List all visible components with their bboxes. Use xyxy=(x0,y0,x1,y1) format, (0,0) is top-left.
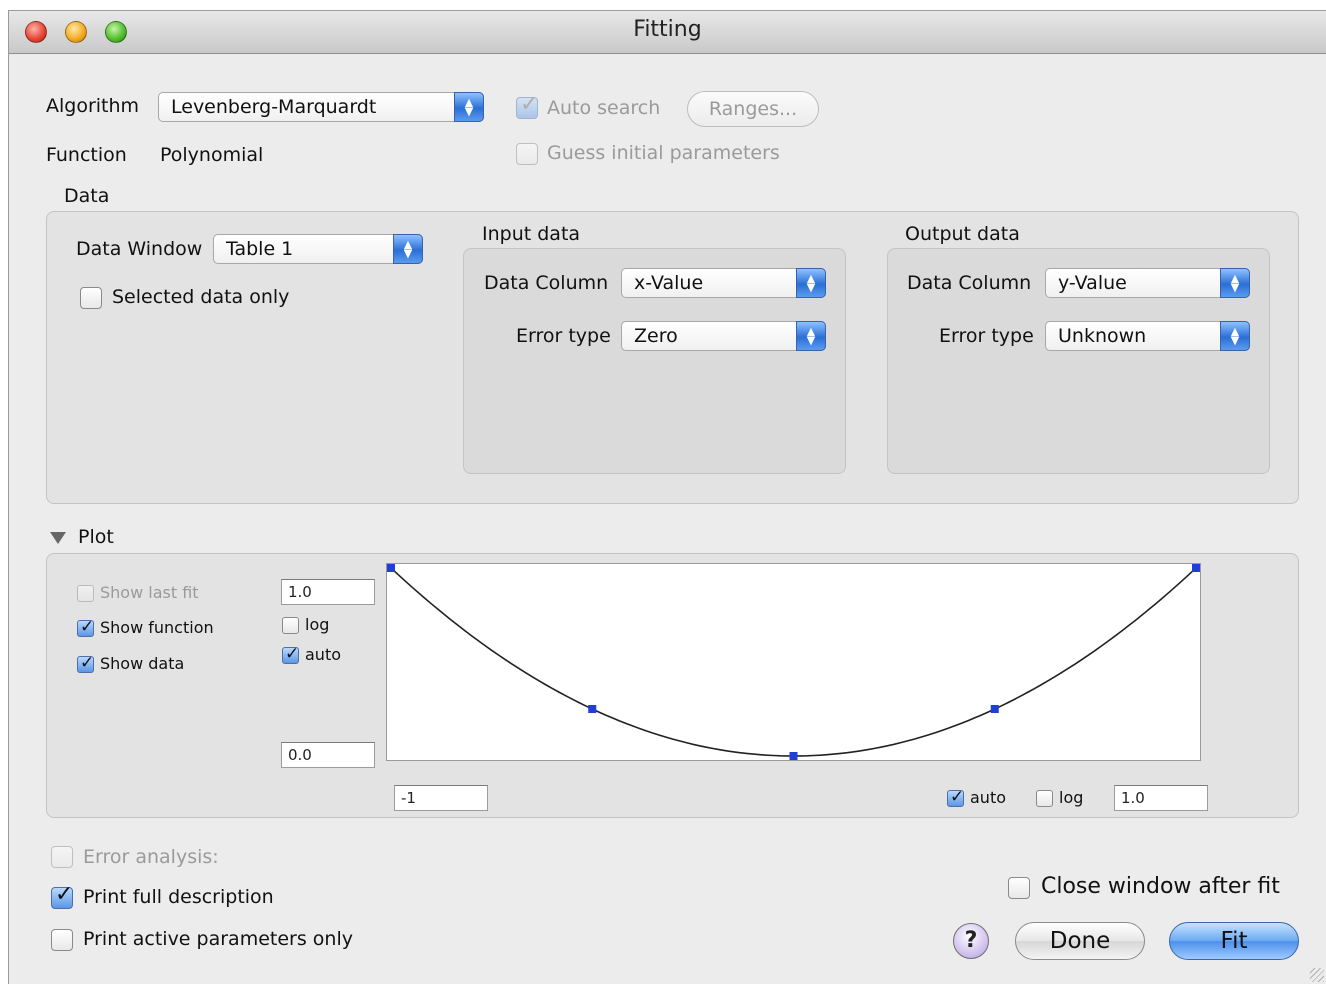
checkmark-icon: ✓ xyxy=(520,92,539,117)
input-data-title: Input data xyxy=(482,223,581,245)
data-point xyxy=(990,705,999,713)
y-min-field[interactable]: 0.0 xyxy=(281,742,375,768)
popup-arrows-icon: ▲ ▼ xyxy=(393,234,423,264)
function-label: Function xyxy=(46,144,127,166)
function-value: Polynomial xyxy=(160,144,264,166)
print-full-description-label: Print full description xyxy=(83,886,274,908)
show-last-fit-label: Show last fit xyxy=(100,583,199,602)
selected-data-only-checkbox[interactable] xyxy=(80,287,102,309)
data-point xyxy=(1192,564,1200,572)
y-auto-label: auto xyxy=(305,645,342,664)
close-window-after-fit-checkbox[interactable] xyxy=(1008,877,1030,899)
error-analysis-checkbox[interactable] xyxy=(51,846,73,868)
window-title: Fitting xyxy=(633,17,702,42)
resize-grip-icon[interactable] xyxy=(1310,968,1324,982)
done-button[interactable]: Done xyxy=(1015,922,1145,960)
show-function-checkbox[interactable]: ✓ xyxy=(77,617,95,637)
output-error-popup[interactable]: Unknown ▲ ▼ xyxy=(1045,321,1250,351)
ranges-button[interactable]: Ranges... xyxy=(687,91,819,127)
title-bar[interactable]: Fitting xyxy=(9,11,1326,54)
auto-search-label: Auto search xyxy=(547,97,661,119)
input-error-popup[interactable]: Zero ▲ ▼ xyxy=(621,321,826,351)
data-point xyxy=(387,564,395,572)
checkmark-icon: ✓ xyxy=(80,617,95,637)
checkmark-icon: ✓ xyxy=(80,653,95,673)
x-log-label: log xyxy=(1059,788,1084,807)
x-log-checkbox[interactable] xyxy=(1036,790,1053,807)
input-error-value: Zero xyxy=(634,325,678,347)
data-window-label: Data Window xyxy=(76,238,203,260)
fit-plot xyxy=(386,563,1201,761)
x-max-field[interactable]: 1.0 xyxy=(1114,785,1208,811)
x-auto-label: auto xyxy=(970,788,1007,807)
input-column-label: Data Column xyxy=(484,272,609,294)
show-last-fit-checkbox[interactable] xyxy=(77,585,94,602)
print-active-parameters-checkbox[interactable] xyxy=(51,929,73,951)
input-error-label: Error type xyxy=(516,325,611,347)
fit-curve xyxy=(390,567,1197,757)
data-point xyxy=(588,705,597,713)
y-auto-checkbox[interactable]: ✓ xyxy=(282,644,300,664)
input-column-value: x-Value xyxy=(634,272,704,294)
guess-initial-checkbox[interactable] xyxy=(516,143,538,165)
algorithm-label: Algorithm xyxy=(46,95,140,117)
popup-arrows-icon: ▲ ▼ xyxy=(796,268,826,298)
checkmark-icon: ✓ xyxy=(55,882,74,907)
output-column-label: Data Column xyxy=(907,272,1032,294)
close-window-after-fit-label: Close window after fit xyxy=(1041,874,1280,899)
checkmark-icon: ✓ xyxy=(950,787,965,807)
input-column-popup[interactable]: x-Value ▲ ▼ xyxy=(621,268,826,298)
data-section-label: Data xyxy=(64,185,110,207)
algorithm-popup[interactable]: Levenberg-Marquardt ▲ ▼ xyxy=(158,92,484,122)
checkmark-icon: ✓ xyxy=(285,644,300,664)
show-data-label: Show data xyxy=(100,654,185,673)
show-data-checkbox[interactable]: ✓ xyxy=(77,653,95,673)
y-log-label: log xyxy=(305,615,330,634)
output-data-title: Output data xyxy=(905,223,1020,245)
auto-search-checkbox[interactable]: ✓ xyxy=(516,92,538,119)
algorithm-value: Levenberg-Marquardt xyxy=(171,96,377,118)
output-error-label: Error type xyxy=(939,325,1034,347)
data-point xyxy=(789,752,798,760)
output-column-value: y-Value xyxy=(1058,272,1127,294)
popup-arrows-icon: ▲ ▼ xyxy=(1220,268,1250,298)
guess-initial-label: Guess initial parameters xyxy=(547,142,780,164)
error-analysis-label: Error analysis: xyxy=(83,846,219,868)
fit-plot-svg xyxy=(387,564,1200,760)
x-min-field[interactable]: -1 xyxy=(394,785,488,811)
selected-data-only-label: Selected data only xyxy=(112,286,290,308)
popup-arrows-icon: ▲ ▼ xyxy=(1220,321,1250,351)
data-window-popup[interactable]: Table 1 ▲ ▼ xyxy=(213,234,423,264)
x-auto-checkbox[interactable]: ✓ xyxy=(947,787,965,807)
disclosure-triangle-icon[interactable] xyxy=(50,532,66,544)
y-max-field[interactable]: 1.0 xyxy=(281,579,375,605)
y-log-checkbox[interactable] xyxy=(282,617,299,634)
output-error-value: Unknown xyxy=(1058,325,1147,347)
print-full-description-checkbox[interactable]: ✓ xyxy=(51,882,73,909)
fit-button[interactable]: Fit xyxy=(1169,922,1299,960)
data-window-value: Table 1 xyxy=(226,238,294,260)
print-active-parameters-label: Print active parameters only xyxy=(83,928,353,950)
show-function-label: Show function xyxy=(100,618,214,637)
popup-arrows-icon: ▲ ▼ xyxy=(796,321,826,351)
plot-section-label: Plot xyxy=(78,526,114,548)
help-button[interactable]: ? xyxy=(953,923,989,959)
popup-arrows-icon: ▲ ▼ xyxy=(454,92,484,122)
output-column-popup[interactable]: y-Value ▲ ▼ xyxy=(1045,268,1250,298)
